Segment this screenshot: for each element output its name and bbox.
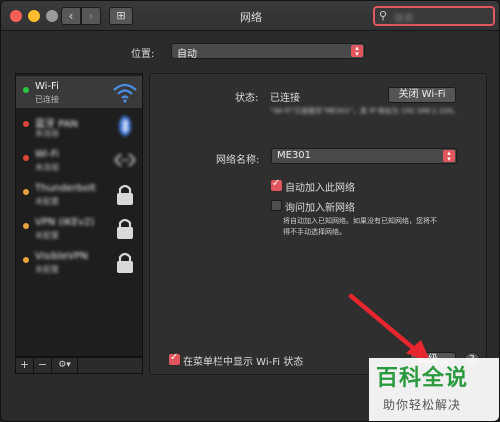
show-in-menubar-checkbox[interactable] [169,352,180,365]
remove-service-button[interactable]: − [34,358,52,373]
service-item-vpn-ikev2[interactable]: VPN (IKEv2) 未配置 [16,212,142,244]
status-dot [23,257,29,263]
service-name: VPN (IKEv2) [35,217,95,228]
service-status: 未配置 [35,197,59,206]
service-item-thunderbolt[interactable]: Thunderbolt 未配置 [16,178,142,210]
status-dot [23,189,29,195]
status-label: 状态: [235,93,259,104]
network-name-value: ME301 [277,150,312,161]
search-icon: ⚲ [379,9,388,22]
service-list[interactable]: Wi-Fi 已连接 蓝牙 PAN 未连接 Wi-Fi 未连接 Thunderbo… [15,73,143,357]
service-item-ethernet[interactable]: Wi-Fi 未连接 [16,144,142,176]
watermark-logo: 百科全说 助你轻松解决 [369,358,499,421]
status-dot [23,223,29,229]
bluetooth-icon [119,116,131,136]
location-value: 自动 [177,49,197,60]
service-list-toolbar: + − ⚙︎▾ [15,357,143,374]
lock-icon [117,252,133,273]
service-status: 未配置 [35,231,59,240]
status-dot [23,155,29,161]
title-bar: ‹ › ⊞ 网络 ⚲ 搜索 [1,1,499,31]
service-item-wifi[interactable]: Wi-Fi 已连接 [16,76,142,108]
network-name-select[interactable]: ME301 ▴ ▾ [271,148,457,164]
ask-join-label: 询问加入新网络 [285,203,355,214]
search-field[interactable]: ⚲ 搜索 [373,6,495,26]
turn-off-wifi-button[interactable]: 关闭 Wi-Fi [388,87,456,103]
ask-join-description-line-1: 将自动加入已知网络。如果没有已知网络，您将不 [283,217,437,225]
service-status: 已连接 [35,95,59,104]
stepper-icon: ▴ ▾ [443,150,455,163]
service-status: 未连接 [35,163,59,172]
service-name: VisibleVPN [35,251,89,262]
stepper-icon: ▴ ▾ [351,45,363,58]
lock-icon [117,184,133,205]
ask-join-checkbox[interactable] [271,200,282,211]
service-name: Wi-Fi [35,81,59,92]
watermark-tagline: 助你轻松解决 [383,398,462,412]
lock-icon [117,218,133,239]
wifi-icon [113,83,137,103]
service-item-visiblevpn[interactable]: VisibleVPN 未配置 [16,246,142,278]
status-description: “Wi-Fi”已连接至“ME301”，其 IP 地址为 192.168.1.10… [270,107,460,115]
service-status: 未配置 [35,265,59,274]
service-item-bluetooth[interactable]: 蓝牙 PAN 未连接 [16,110,142,142]
status-dot [23,87,29,93]
network-preferences-window: ‹ › ⊞ 网络 ⚲ 搜索 位置: 自动 ▴ ▾ Wi-Fi 已连接 蓝牙 PAN [0,0,500,422]
detail-panel: 状态: 已连接 关闭 Wi-Fi “Wi-Fi”已连接至“ME301”，其 IP… [149,73,487,375]
ethernet-icon [114,153,136,167]
location-label: 位置: [131,49,155,60]
add-service-button[interactable]: + [16,358,34,373]
service-name: Wi-Fi [35,149,59,160]
show-in-menubar-label: 在菜单栏中显示 Wi-Fi 状态 [183,357,304,368]
network-name-label: 网络名称: [216,155,260,166]
service-status: 未连接 [35,129,59,138]
service-name: Thunderbolt [35,183,96,194]
auto-join-checkbox[interactable] [271,178,282,191]
action-menu-button[interactable]: ⚙︎▾ [52,358,78,373]
auto-join-label: 自动加入此网络 [285,183,355,194]
search-placeholder: 搜索 [394,14,414,25]
location-select[interactable]: 自动 ▴ ▾ [171,43,365,60]
status-dot [23,121,29,127]
status-value: 已连接 [270,93,300,104]
watermark-title: 百科全说 [376,366,469,391]
ask-join-description-line-2: 得不手动选择网络。 [283,228,346,236]
